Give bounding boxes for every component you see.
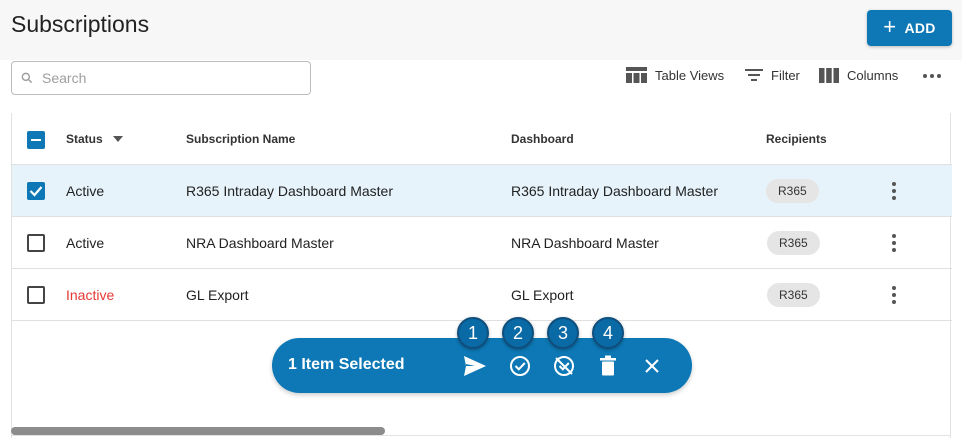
filter-label: Filter: [771, 67, 800, 83]
filter-button[interactable]: Filter: [745, 64, 800, 86]
search-input[interactable]: [40, 69, 300, 87]
check-circle-icon[interactable]: [508, 354, 532, 378]
more-options-icon[interactable]: [922, 68, 942, 84]
disable-icon[interactable]: [552, 354, 576, 378]
add-button-label: ADD: [904, 20, 936, 36]
row-menu-icon[interactable]: [888, 286, 900, 304]
horizontal-scrollbar[interactable]: [11, 425, 951, 436]
table-views-label: Table Views: [655, 67, 725, 83]
selection-count: 1 Item Selected: [288, 356, 405, 373]
filter-icon: [745, 69, 763, 81]
status-cell: Inactive: [66, 287, 115, 303]
search-icon: [21, 72, 33, 84]
plus-icon: +: [883, 14, 897, 39]
table-row[interactable]: Inactive GL Export GL Export R365: [12, 269, 952, 321]
check-icon: [29, 186, 43, 197]
indeterminate-icon: [31, 139, 41, 141]
dashboard-cell: NRA Dashboard Master: [511, 235, 659, 251]
table-views-button[interactable]: Table Views: [626, 64, 724, 86]
column-header-subscription-name[interactable]: Subscription Name: [186, 132, 295, 146]
column-header-status-label: Status: [66, 132, 103, 146]
dashboard-cell: GL Export: [511, 287, 574, 303]
row-checkbox[interactable]: [27, 182, 45, 200]
table-header: Status Subscription Name Dashboard Recip…: [12, 113, 952, 165]
subscription-name-cell: NRA Dashboard Master: [186, 235, 334, 251]
table-row[interactable]: Active NRA Dashboard Master NRA Dashboar…: [12, 217, 952, 269]
close-icon[interactable]: [640, 354, 664, 378]
recipient-chip: R365: [767, 283, 820, 307]
select-all-checkbox[interactable]: [27, 131, 45, 149]
add-button[interactable]: + ADD: [867, 10, 952, 46]
table-views-icon: [626, 67, 647, 83]
sort-down-icon[interactable]: [112, 136, 123, 142]
table-row[interactable]: Active R365 Intraday Dashboard Master R3…: [12, 165, 952, 217]
send-icon[interactable]: [463, 354, 487, 378]
trash-icon[interactable]: [596, 354, 620, 378]
subscription-name-cell: R365 Intraday Dashboard Master: [186, 183, 393, 199]
column-header-dashboard[interactable]: Dashboard: [511, 132, 574, 146]
subscription-name-cell: GL Export: [186, 287, 249, 303]
recipient-chip: R365: [767, 231, 820, 255]
annotation-badge-3: 3: [547, 317, 579, 349]
status-cell: Active: [66, 183, 105, 199]
columns-icon: [819, 67, 839, 83]
annotation-badge-4: 4: [592, 317, 624, 349]
column-header-status[interactable]: Status: [66, 132, 123, 146]
search-field[interactable]: [11, 61, 311, 95]
column-header-recipients[interactable]: Recipients: [766, 132, 827, 146]
annotation-badge-2: 2: [502, 317, 534, 349]
bulk-action-bar: 1 Item Selected: [272, 338, 692, 393]
dashboard-cell: R365 Intraday Dashboard Master: [511, 183, 718, 199]
row-menu-icon[interactable]: [888, 234, 900, 252]
scrollbar-thumb[interactable]: [11, 427, 385, 435]
row-checkbox[interactable]: [27, 286, 45, 304]
status-cell: Active: [66, 235, 105, 251]
page-title: Subscriptions: [11, 11, 150, 37]
columns-label: Columns: [847, 67, 899, 83]
recipient-chip: R365: [766, 179, 819, 203]
row-menu-icon[interactable]: [888, 182, 900, 200]
columns-button[interactable]: Columns: [819, 64, 898, 86]
page-header: Subscriptions + ADD: [0, 0, 962, 60]
row-checkbox[interactable]: [27, 234, 45, 252]
annotation-badge-1: 1: [457, 317, 489, 349]
